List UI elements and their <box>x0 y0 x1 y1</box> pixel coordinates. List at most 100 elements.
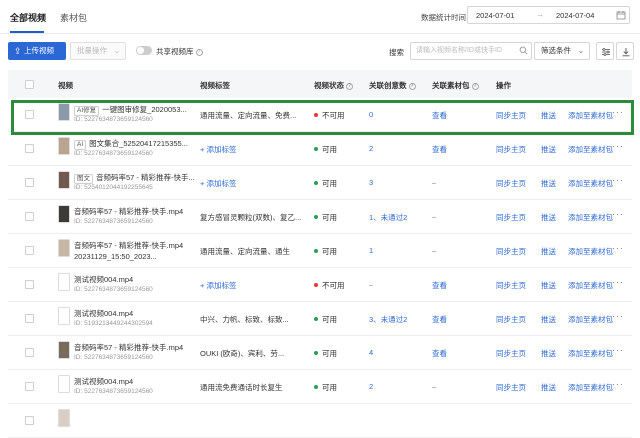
creatives-count[interactable]: 0 <box>369 110 373 119</box>
help-icon[interactable]: ? <box>346 83 353 90</box>
upload-video-button[interactable]: ⇪ 上传视频 <box>8 42 66 60</box>
row-checkbox[interactable] <box>25 178 34 187</box>
view-pack-link[interactable]: 查看 <box>432 280 447 291</box>
view-pack-link[interactable]: 查看 <box>432 314 447 325</box>
add-to-pack-link[interactable]: 添加至素材包 <box>568 348 613 359</box>
video-status: 不可用 <box>314 110 345 121</box>
share-library-toggle[interactable] <box>136 46 152 55</box>
more-icon[interactable]: ··· <box>612 379 624 389</box>
select-all-checkbox[interactable] <box>25 80 34 89</box>
more-icon[interactable]: ··· <box>612 209 624 219</box>
video-thumbnail[interactable] <box>58 239 70 257</box>
help-icon[interactable]: ? <box>408 83 416 90</box>
push-link[interactable]: 推送 <box>541 110 556 121</box>
row-checkbox[interactable] <box>25 382 34 391</box>
search-icon[interactable] <box>519 46 528 55</box>
add-to-pack-link[interactable]: 添加至素材包 <box>568 110 613 121</box>
creatives-count[interactable]: 3、未通过2 <box>369 314 407 325</box>
push-link[interactable]: 推送 <box>541 246 556 257</box>
row-checkbox[interactable] <box>25 144 34 153</box>
video-thumbnail[interactable] <box>58 409 70 427</box>
creatives-count[interactable]: 1、未通过2 <box>369 212 407 223</box>
sync-homepage-link[interactable]: 同步主页 <box>496 144 526 155</box>
add-to-pack-link[interactable]: 添加至素材包 <box>568 246 613 257</box>
batch-actions-dropdown[interactable]: 批量操作 ⌄ <box>70 42 126 60</box>
video-name[interactable]: 测试视频004.mp4 <box>74 308 133 319</box>
push-link[interactable]: 推送 <box>541 280 556 291</box>
add-to-pack-link[interactable]: 添加至素材包 <box>568 280 613 291</box>
video-name[interactable]: 音频码率57 - 精彩推荐-快手.mp4 <box>74 240 183 251</box>
video-name[interactable]: 测试视频004.mp4 <box>74 274 133 285</box>
add-to-pack-link[interactable]: 添加至素材包 <box>568 382 613 393</box>
more-icon[interactable]: ··· <box>612 277 624 287</box>
sync-homepage-link[interactable]: 同步主页 <box>496 348 526 359</box>
add-to-pack-link[interactable]: 添加至素材包 <box>568 144 613 155</box>
more-icon[interactable]: ··· <box>612 175 624 185</box>
video-name[interactable]: 测试视频004.mp4 <box>74 376 133 387</box>
add-to-pack-link[interactable]: 添加至素材包 <box>568 178 613 189</box>
download-button[interactable] <box>616 42 634 60</box>
push-link[interactable]: 推送 <box>541 314 556 325</box>
tab-material-packs[interactable]: 素材包 <box>60 11 87 24</box>
creatives-count[interactable]: 3 <box>369 178 373 187</box>
push-link[interactable]: 推送 <box>541 212 556 223</box>
sync-homepage-link[interactable]: 同步主页 <box>496 212 526 223</box>
sync-homepage-link[interactable]: 同步主页 <box>496 178 526 189</box>
sync-homepage-link[interactable]: 同步主页 <box>496 314 526 325</box>
push-link[interactable]: 推送 <box>541 348 556 359</box>
sync-homepage-link[interactable]: 同步主页 <box>496 382 526 393</box>
sync-homepage-link[interactable]: 同步主页 <box>496 110 526 121</box>
creatives-count[interactable]: 2 <box>369 382 373 391</box>
push-link[interactable]: 推送 <box>541 144 556 155</box>
more-icon[interactable]: ··· <box>612 311 624 321</box>
creatives-count[interactable]: 1 <box>369 246 373 255</box>
date-end[interactable]: 2024-07-04 <box>556 11 594 20</box>
video-name[interactable]: AI修复 一键图审修复_2020053... <box>74 104 187 116</box>
video-thumbnail[interactable] <box>58 205 70 223</box>
video-thumbnail[interactable] <box>58 137 70 155</box>
row-checkbox[interactable] <box>25 110 34 119</box>
video-thumbnail[interactable] <box>58 375 70 393</box>
sync-homepage-link[interactable]: 同步主页 <box>496 280 526 291</box>
creatives-count[interactable]: 2 <box>369 144 373 153</box>
video-thumbnail[interactable] <box>58 103 70 121</box>
video-name[interactable]: 音频码率57 - 精彩推荐-快手.mp4 <box>74 342 183 353</box>
column-settings-button[interactable] <box>596 42 614 60</box>
add-to-pack-link[interactable]: 添加至素材包 <box>568 212 613 223</box>
view-pack-link[interactable]: 查看 <box>432 348 447 359</box>
view-pack-link[interactable]: 查看 <box>432 144 447 155</box>
more-icon[interactable]: ··· <box>612 243 624 253</box>
video-thumbnail[interactable] <box>58 307 70 325</box>
video-name[interactable]: 音频码率57 - 精彩推荐-快手.mp4 <box>74 206 183 217</box>
date-range-picker[interactable]: 2024-07-01 → 2024-07-04 <box>467 6 630 24</box>
view-pack-link[interactable]: 查看 <box>432 110 447 121</box>
row-checkbox[interactable] <box>25 314 34 323</box>
help-icon[interactable]: ? <box>471 83 479 90</box>
tab-all-videos[interactable]: 全部视频 <box>10 11 46 24</box>
creatives-count[interactable]: 4 <box>369 348 373 357</box>
date-start[interactable]: 2024-07-01 <box>476 11 514 20</box>
help-icon[interactable]: ? <box>195 49 203 56</box>
push-link[interactable]: 推送 <box>541 382 556 393</box>
video-thumbnail[interactable] <box>58 171 70 189</box>
more-icon[interactable]: ··· <box>612 141 624 151</box>
push-link[interactable]: 推送 <box>541 178 556 189</box>
row-checkbox[interactable] <box>25 416 34 425</box>
video-thumbnail[interactable] <box>58 341 70 359</box>
sync-homepage-link[interactable]: 同步主页 <box>496 246 526 257</box>
video-name[interactable]: AI 图文集合_52520417215355... <box>74 138 188 150</box>
video-name[interactable]: 图文 音频码率57 - 精彩推荐-快手... <box>74 172 195 184</box>
more-icon[interactable]: ··· <box>612 107 624 117</box>
add-to-pack-link[interactable]: 添加至素材包 <box>568 314 613 325</box>
row-checkbox[interactable] <box>25 246 34 255</box>
add-tag-link[interactable]: + 添加标签 <box>200 178 306 189</box>
filter-dropdown[interactable]: 筛选条件 ⌄ <box>534 42 590 60</box>
row-checkbox[interactable] <box>25 280 34 289</box>
search-input[interactable]: 请输入视频名称/ID或快手ID <box>410 42 532 60</box>
add-tag-link[interactable]: + 添加标签 <box>200 144 306 155</box>
video-thumbnail[interactable] <box>58 273 70 291</box>
more-icon[interactable]: ··· <box>612 345 624 355</box>
row-checkbox[interactable] <box>25 212 34 221</box>
row-checkbox[interactable] <box>25 348 34 357</box>
add-tag-link[interactable]: + 添加标签 <box>200 280 306 291</box>
